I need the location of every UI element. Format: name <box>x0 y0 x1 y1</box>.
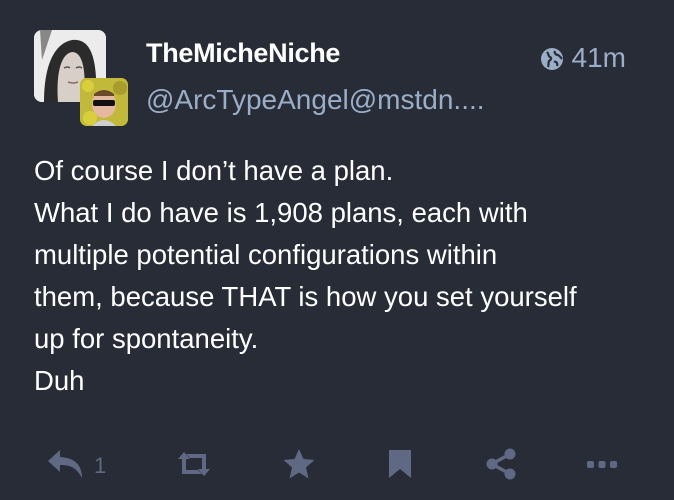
time-label: 41m <box>571 42 626 73</box>
avatar-group[interactable] <box>34 30 128 126</box>
status-card: TheMicheNiche @ArcTypeAngel@mstdn.... 41… <box>0 0 674 500</box>
boost-icon <box>176 448 212 480</box>
account-handle[interactable]: @ArcTypeAngel@mstdn.... <box>146 84 496 116</box>
more-button[interactable] <box>584 448 620 480</box>
more-icon <box>584 448 620 480</box>
boost-button[interactable] <box>176 448 212 480</box>
reply-count: 1 <box>94 453 107 478</box>
display-name[interactable]: TheMicheNiche <box>146 38 340 69</box>
share-icon <box>484 448 518 480</box>
content-line: multiple potential configurations within <box>34 239 498 270</box>
status-content: Of course I don’t have a plan. What I do… <box>34 150 644 402</box>
globe-icon <box>540 46 564 70</box>
content-line: Duh <box>34 365 85 396</box>
share-button[interactable] <box>484 448 518 480</box>
bookmark-button[interactable] <box>386 448 414 480</box>
reply-button[interactable]: 1 <box>46 448 106 480</box>
content-line: What I do have is 1,908 plans, each with <box>34 197 528 228</box>
content-line: Of course I don’t have a plan. <box>34 155 394 186</box>
bookmark-icon <box>386 448 414 480</box>
reply-icon <box>46 448 86 480</box>
boosted-by-avatar[interactable] <box>80 78 128 126</box>
content-line: up for spontaneity. <box>34 323 259 354</box>
status-time[interactable]: 41m <box>540 42 626 74</box>
action-bar: 1 <box>0 440 674 490</box>
favourite-button[interactable] <box>282 448 316 480</box>
content-line: them, because THAT is how you set yourse… <box>34 281 577 312</box>
star-icon <box>282 448 316 480</box>
